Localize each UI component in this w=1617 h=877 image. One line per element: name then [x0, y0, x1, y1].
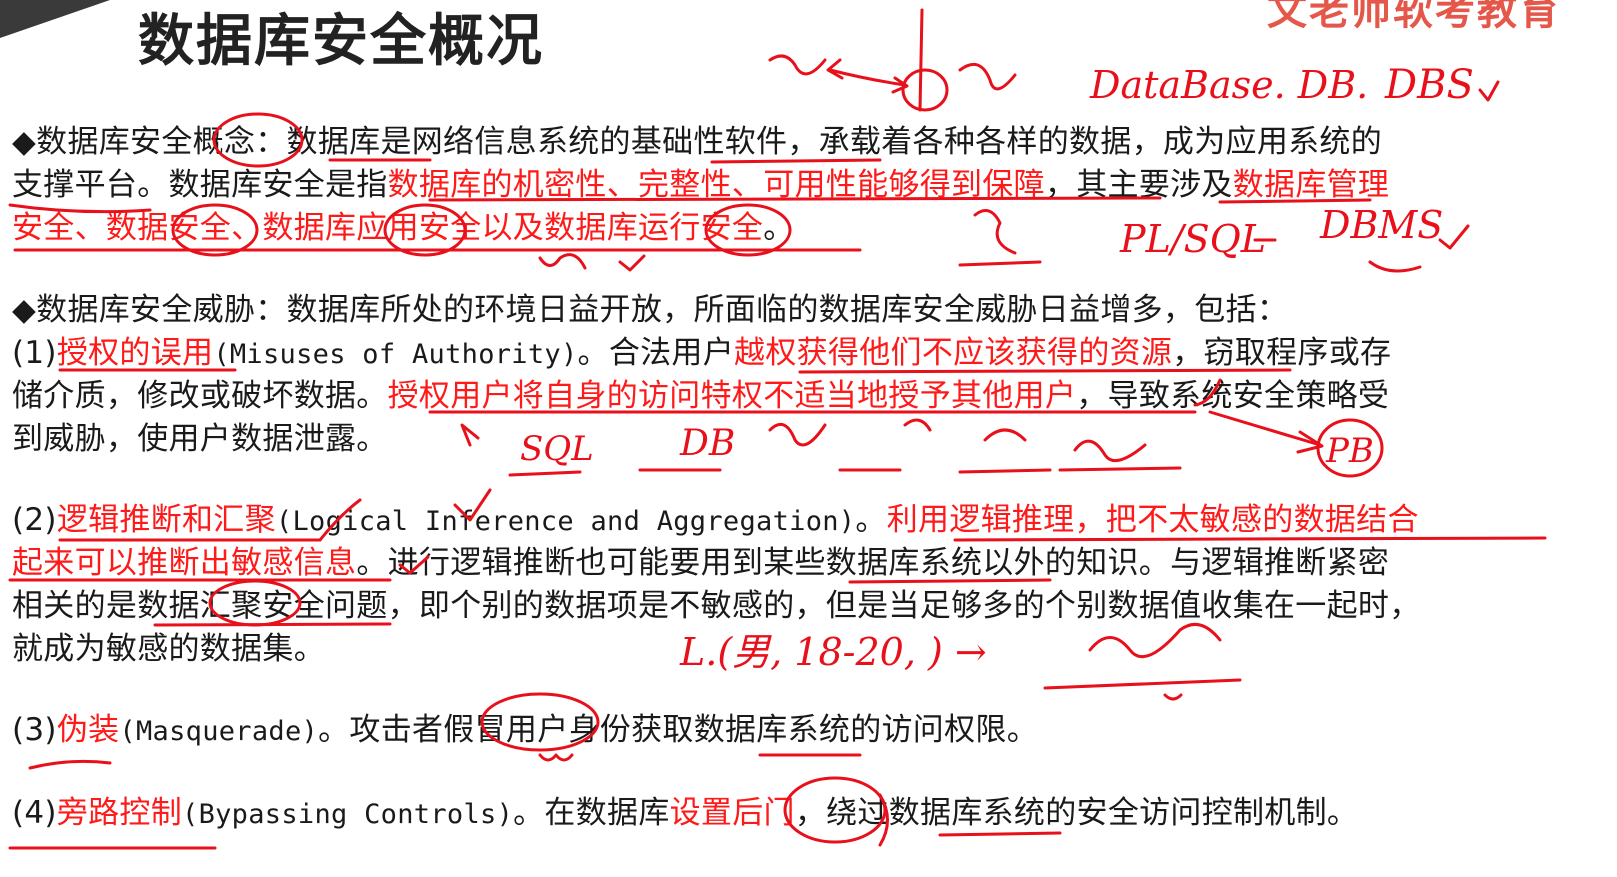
pen-stroke — [1163, 693, 1183, 701]
emphasis-text: 授权用户将自身的访问特权不适当地授予其他用户 — [387, 378, 1077, 414]
emphasis-text: 数据库管理 — [1232, 167, 1390, 203]
threats-heading: ◆数据库安全威胁：数据库所处的环境日益开放，所面临的数据库安全威胁日益增多，包括… — [12, 292, 1289, 328]
note-dbs: DBS — [1384, 62, 1474, 108]
concept-line-1: ◆数据库安全概念：数据库是网络信息系统的基础性软件，承载着各种各样的数据，成为应… — [12, 124, 1383, 160]
threat-name: 授权的误用 — [56, 335, 214, 371]
threat-name: 旁路控制 — [56, 795, 183, 831]
note-database: DataBase. DB. — [1089, 63, 1368, 107]
pen-stroke — [538, 253, 646, 272]
threat-2-line-4: 就成为敏感的数据集。 — [12, 631, 325, 667]
emphasis-text: 数据库的机密性、完整性、可用性能够得到保障 — [387, 167, 1045, 203]
threat-3-line: (3)伪装(Masquerade)。攻击者假冒用户身份获取数据库系统的访问权限。 — [12, 712, 1038, 748]
pen-stroke — [1043, 678, 1242, 690]
pen-stroke — [28, 759, 112, 770]
note-plsql: PL/SQL — [1119, 217, 1266, 261]
pen-stroke — [918, 8, 924, 112]
emphasis-text: 设置后门 — [669, 795, 795, 831]
emphasis-text: 安全、数据安全、数据库应用安全以及数据库运行安全 — [12, 210, 764, 246]
threat-2-line-2: 起来可以推断出敏感信息。进行逻辑推断也可能要用到某些数据库系统以外的知识。与逻辑… — [12, 545, 1390, 581]
pen-stroke — [538, 753, 574, 762]
concept-line-2: 支撑平台。数据库安全是指数据库的机密性、完整性、可用性能够得到保障，其主要涉及数… — [12, 167, 1390, 203]
threat-1-line-3: 到威胁，使用户数据泄露。 — [12, 421, 388, 457]
slide-title: 数据库安全概况 — [138, 9, 544, 74]
pen-stroke — [958, 209, 1042, 267]
threat-4-line: (4)旁路控制(Bypassing Controls)。在数据库设置后门，绕过数… — [12, 795, 1359, 831]
pen-stroke — [460, 423, 480, 447]
pen-stroke — [1296, 430, 1324, 454]
note-dbms: DBMS — [1319, 203, 1443, 247]
pen-stroke — [1073, 439, 1147, 463]
pen-stroke — [1208, 410, 1322, 447]
threat-2-line-3: 相关的是数据汇聚安全问题，即个别的数据项是不敏感的，但是当足够多的个别数据值收集… — [12, 588, 1421, 624]
pen-stroke — [768, 54, 827, 76]
threat-name: 伪装 — [56, 712, 120, 748]
concept-line-3: 安全、数据安全、数据库应用安全以及数据库运行安全。 — [12, 210, 795, 246]
pen-stroke — [1088, 622, 1222, 659]
emphasis-text: 起来可以推断出敏感信息 — [12, 545, 357, 581]
note-sql: SQL — [520, 429, 594, 469]
threat-2-line-1: (2)逻辑推断和汇聚(Logical Inference and Aggrega… — [12, 502, 1419, 538]
pen-stroke — [768, 418, 1027, 447]
pen-stroke — [958, 62, 1017, 91]
note-db: DB — [679, 423, 735, 464]
pen-stroke — [1368, 224, 1470, 273]
pen-circle — [1316, 418, 1384, 478]
note-pb: PB — [1325, 431, 1374, 471]
threat-1-line-2: 储介质，修改或破坏数据。授权用户将自身的访问特权不适当地授予其他用户，导致系统安… — [12, 378, 1390, 414]
threat-name: 逻辑推断和汇聚 — [56, 502, 276, 538]
pen-stroke — [1478, 80, 1500, 102]
pen-circle — [901, 68, 949, 112]
note-tuple: L.(男, 18-20, ) → — [679, 630, 987, 674]
emphasis-text: 越权获得他们不应该获得的资源 — [734, 335, 1173, 371]
brand-watermark: 文老师软考教育 — [1267, 0, 1561, 34]
pen-stroke — [508, 466, 1182, 477]
pen-stroke — [828, 68, 909, 94]
emphasis-text: 利用逻辑推理，把不太敏感的数据结合 — [886, 502, 1419, 538]
slide-corner-decoration — [0, 0, 110, 38]
threat-1-line-1: (1)授权的误用(Misuses of Authority)。合法用户越权获得他… — [12, 335, 1392, 371]
pen-stroke — [826, 58, 844, 80]
